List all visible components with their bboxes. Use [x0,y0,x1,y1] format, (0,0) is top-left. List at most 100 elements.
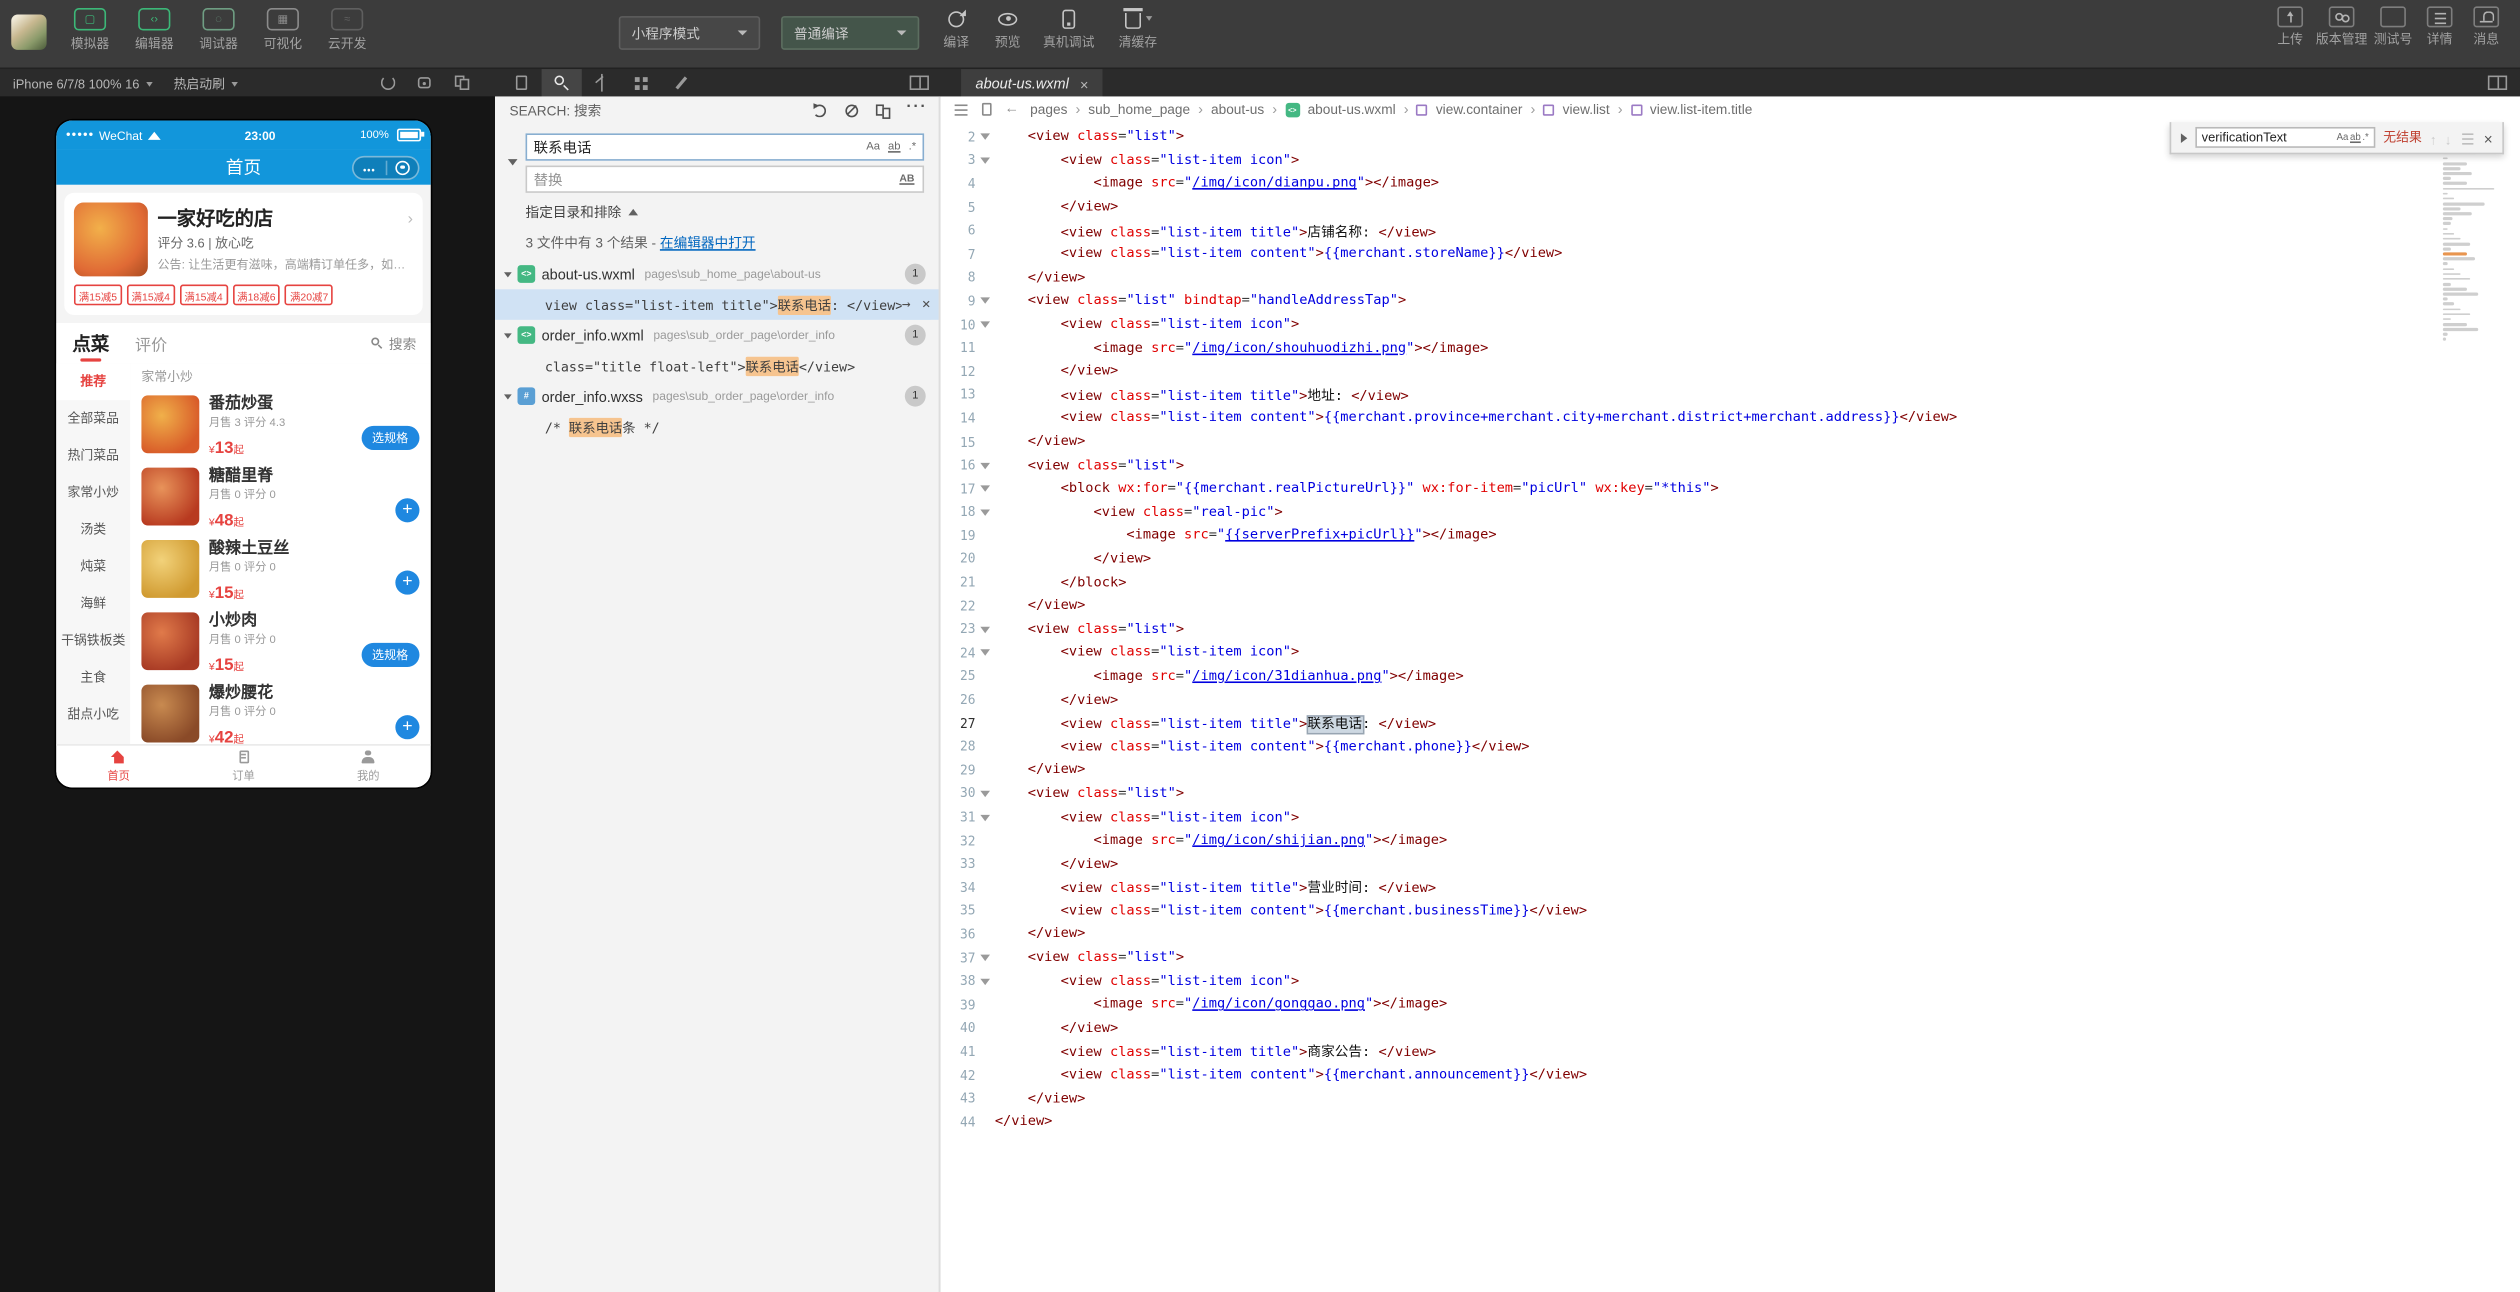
test-account-button[interactable]: 测试号 [2372,6,2414,48]
fold-icon[interactable] [976,814,995,820]
version-button[interactable]: 版本管理 [2316,6,2367,48]
close-tab-icon[interactable] [1080,69,1088,98]
fold-icon[interactable] [976,462,995,468]
reload-mode-selector[interactable]: 热启动刷 [174,69,238,98]
simulator-button[interactable]: ▢模拟器 [58,5,122,53]
code-editor[interactable]: 2 <view class="list">3 <view class="list… [940,122,2520,1292]
match-case-icon[interactable]: Aa [863,141,883,152]
explorer-icon[interactable] [501,69,541,98]
whole-word-icon[interactable]: ab [885,141,904,152]
tab-about-us-wxml[interactable]: about-us.wxml [961,69,1103,98]
more-actions-icon[interactable] [906,102,924,120]
breadcrumb-item[interactable]: sub_home_page [1088,101,1190,117]
search-file-row[interactable]: <>order_info.wxmlpages\sub_order_page\or… [495,320,939,351]
screenshot-icon[interactable] [416,74,434,92]
search-details-toggle[interactable]: 指定目录和排除 [526,203,925,222]
clear-results-icon[interactable] [842,102,860,120]
choose-spec-button[interactable]: 选规格 [361,426,420,450]
more-icon[interactable] [354,157,385,178]
breadcrumb-item[interactable]: view.list-item.title [1650,101,1752,117]
compile-button[interactable]: 编译 [932,6,980,51]
tabbar-orders[interactable]: 订单 [181,746,306,788]
multi-device-icon[interactable] [453,74,471,92]
expand-icon[interactable] [504,271,512,276]
fold-icon[interactable] [976,486,995,492]
open-in-editor-icon[interactable] [874,102,892,120]
find-input[interactable]: verificationText Aa ab .* [2195,127,2375,148]
category-item[interactable]: 家常小炒 [56,474,130,511]
close-icon[interactable] [2484,123,2493,152]
debugger-button[interactable]: ◌调试器 [186,5,250,53]
dish-item[interactable]: 酸辣土豆丝月售 0 评分 0¥15起+ [141,532,419,604]
replace-all-icon[interactable]: AB [895,174,920,185]
search-match-row[interactable]: view class="list-item title">联系电话: </vie… [495,289,939,320]
fold-icon[interactable] [976,650,995,656]
search-input[interactable]: 联系电话 Aa ab .* [526,133,925,160]
fold-icon[interactable] [976,157,995,163]
visualization-button[interactable]: ▦可视化 [251,5,315,53]
open-in-editor-link[interactable]: 在编辑器中打开 [660,235,756,251]
whole-word-icon[interactable]: ab [2350,133,2361,143]
extensions-icon[interactable] [622,69,662,98]
store-card[interactable]: 一家好吃的店 评分 3.6 | 放心吃 公告: 让生活更有滋味，高端精订单任多，… [64,193,422,315]
category-item[interactable]: 甜点小吃 [56,696,130,733]
search-match-row[interactable]: class="title float-left">联系电话</view> [495,350,939,381]
search-icon[interactable] [542,69,582,98]
search-file-row[interactable]: #order_info.wxsspages\sub_order_page\ord… [495,381,939,412]
find-prev-icon[interactable] [2430,123,2437,152]
source-control-icon[interactable] [582,69,622,98]
expand-icon[interactable] [504,394,512,399]
preview-button[interactable]: 预览 [984,6,1032,51]
find-in-selection-icon[interactable] [2460,129,2476,145]
tabbar-me[interactable]: 我的 [306,746,431,788]
fold-icon[interactable] [976,134,995,140]
expand-icon[interactable] [504,333,512,338]
tab-order[interactable]: 点菜 [72,331,109,357]
back-icon[interactable] [1004,100,1020,118]
find-next-icon[interactable] [2445,123,2452,152]
fold-icon[interactable] [976,978,995,984]
regex-icon[interactable]: .* [905,141,919,152]
fold-icon[interactable] [976,626,995,632]
breadcrumb-item[interactable]: view.container [1436,101,1523,117]
fold-icon[interactable] [976,955,995,961]
upload-button[interactable]: 上传 [2269,6,2311,48]
dish-item[interactable]: 爆炒腰花月售 0 评分 0¥42起+ [141,677,419,746]
search-match-row[interactable]: /* 联系电话条 */ [495,411,939,442]
device-selector[interactable]: iPhone 6/7/8 100% 16 [13,69,152,98]
breadcrumb-item[interactable]: pages [1030,101,1067,117]
toggle-replace-icon[interactable] [508,159,518,165]
outline-icon[interactable] [953,100,969,118]
add-dish-button[interactable]: + [395,498,419,522]
tab-reviews[interactable]: 评价 [135,331,167,355]
breadcrumb-item[interactable]: about-us [1211,101,1264,117]
dismiss-match-icon[interactable] [922,296,931,314]
fold-icon[interactable] [976,791,995,797]
category-item[interactable]: 干锅铁板类 [56,622,130,659]
rotate-device-icon[interactable] [379,74,397,92]
layout-columns-icon[interactable] [910,76,929,90]
find-expand-icon[interactable] [2181,133,2187,143]
refresh-icon[interactable] [810,102,828,120]
add-dish-button[interactable]: + [395,571,419,595]
breadcrumb-item[interactable]: view.list [1563,101,1610,117]
category-item[interactable]: 全部菜品 [56,400,130,437]
regex-icon[interactable]: .* [2362,133,2368,143]
category-item[interactable]: 汤类 [56,511,130,548]
dish-item[interactable]: 糖醋里脊月售 0 评分 0¥48起+ [141,460,419,532]
breadcrumb-item[interactable]: about-us.wxml [1308,101,1396,117]
editor-button[interactable]: ‹›编辑器 [122,5,186,53]
message-button[interactable]: 消息 [2465,6,2507,48]
theme-icon[interactable] [662,69,702,98]
bookmark-icon[interactable] [979,100,995,118]
capsule-target-icon[interactable] [387,157,418,178]
minimap[interactable] [2443,127,2501,343]
fold-icon[interactable] [976,322,995,328]
clear-cache-button[interactable]: 清缓存 [1109,6,1167,51]
dish-item[interactable]: 番茄炒蛋月售 3 评分 4.3¥13起选规格 [141,387,419,459]
tabbar-home[interactable]: 首页 [56,746,181,788]
category-item[interactable]: 主食 [56,659,130,696]
remote-debug-button[interactable]: 真机调试 [1035,6,1103,51]
split-editor-icon[interactable] [2488,76,2507,90]
category-item[interactable]: 海鲜 [56,585,130,622]
